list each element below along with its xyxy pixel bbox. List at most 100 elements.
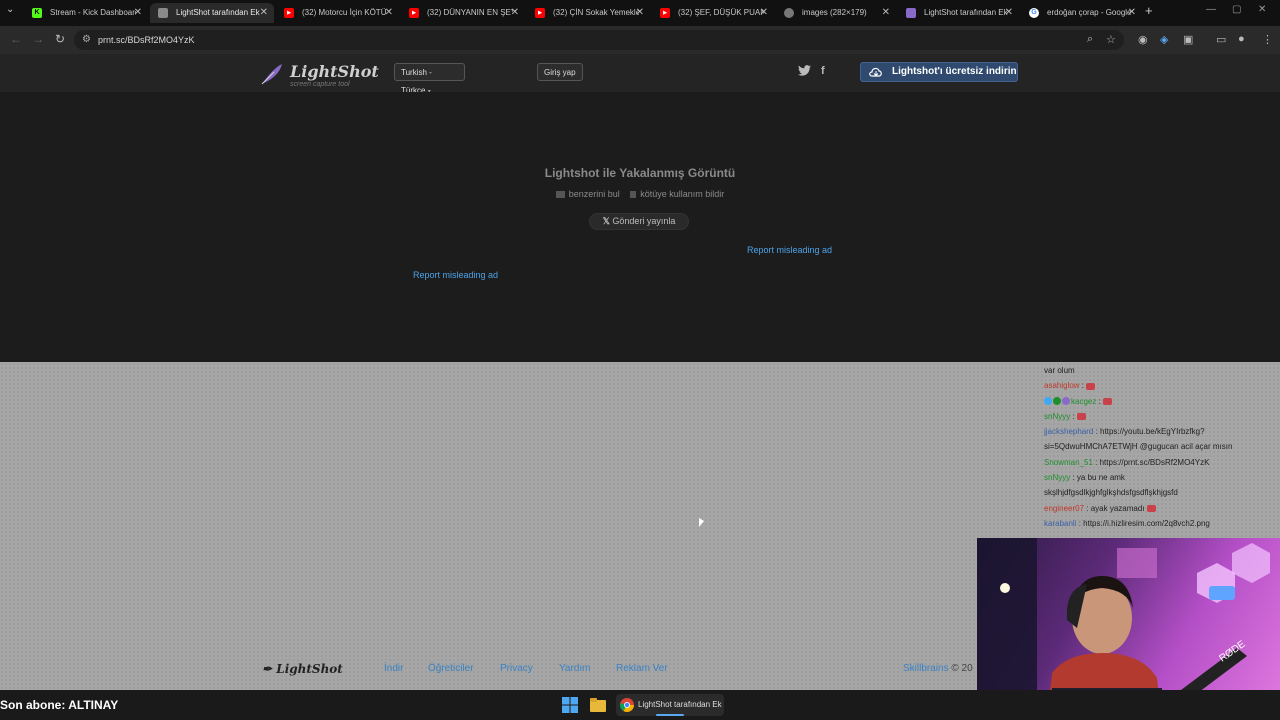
browser-tab[interactable]: LightShot tarafından Ek ✕ xyxy=(898,3,1019,23)
extension-2-icon[interactable]: ◈ xyxy=(1160,33,1168,46)
tab-title: LightShot tarafından Ek xyxy=(924,8,1008,17)
chat-username: Snowman_51 xyxy=(1044,457,1093,467)
site-info-icon[interactable]: ⚙ xyxy=(82,30,91,50)
back-icon[interactable]: ← xyxy=(10,32,22,46)
close-window-button[interactable]: ✕ xyxy=(1258,4,1266,15)
chat-message: engineer07 : ayak yazamadı xyxy=(1044,501,1280,516)
extension-icon[interactable]: ◉ xyxy=(1138,33,1148,46)
close-tab-icon[interactable]: ✕ xyxy=(260,3,268,23)
report-misleading-ad-link-right[interactable]: Report misleading ad xyxy=(747,245,832,255)
close-tab-icon[interactable]: ✕ xyxy=(636,3,644,23)
company-link[interactable]: Skillbrains xyxy=(903,663,949,674)
cloud-download-icon xyxy=(869,67,882,77)
chat-message xyxy=(1044,355,1280,363)
logo-text: LightShot xyxy=(290,62,379,81)
reload-icon[interactable]: ↻ xyxy=(55,32,65,46)
tab-search-chevron-icon[interactable]: ⌄ xyxy=(6,4,14,15)
report-abuse-label: kötüye kullanım bildir xyxy=(640,189,725,199)
url-field[interactable]: ⚙ prnt.sc/BDsRf2MO4YzK xyxy=(74,30,1124,50)
minimize-button[interactable]: — xyxy=(1206,4,1216,15)
chat-message: kacgez : xyxy=(1044,394,1280,409)
chat-message: si=5QdwuHMChA7ETWjH @gugucan acil açar m… xyxy=(1044,439,1280,454)
find-similar-link[interactable]: benzerini bul xyxy=(555,189,623,199)
browser-tab[interactable]: K Stream - Kick Dashboard ✕ xyxy=(24,3,148,23)
close-tab-icon[interactable]: ✕ xyxy=(882,3,890,23)
chat-separator: : xyxy=(1079,381,1087,391)
chat-badge-icon xyxy=(1062,397,1070,406)
browser-tab[interactable]: LightShot tarafından Ek ✕ xyxy=(150,3,274,23)
chat-username: engineer07 xyxy=(1044,503,1085,513)
chat-separator: : xyxy=(1084,503,1091,513)
sidepanel-icon[interactable]: ▭ xyxy=(1216,33,1226,46)
browser-tab[interactable]: ▶ (32) DÜNYANIN EN ŞEY ✕ xyxy=(401,3,525,23)
facebook-icon[interactable]: f xyxy=(821,65,825,77)
tab-title: images (282×179) xyxy=(802,8,867,17)
chat-emote-icon xyxy=(1076,413,1086,421)
footer-link-tutorials[interactable]: Öğreticiler xyxy=(428,663,474,674)
profile-avatar-icon[interactable]: ● xyxy=(1238,33,1245,45)
report-misleading-ad-link-left[interactable]: Report misleading ad xyxy=(413,270,498,280)
browser-tab[interactable]: ▶ (32) ÇİN Sokak Yemekle ✕ xyxy=(527,3,650,23)
logo-subtitle: screen capture tool xyxy=(290,81,350,88)
close-tab-icon[interactable]: ✕ xyxy=(1128,3,1136,23)
chat-message: jjackshephard : https://youtu.be/kEgYIrb… xyxy=(1044,424,1280,439)
chat-username: asahiglow xyxy=(1044,381,1080,391)
kick-icon: K xyxy=(32,8,42,18)
taskbar-chrome-app[interactable]: LightShot tarafından Ek xyxy=(616,694,724,716)
browser-tab[interactable]: images (282×179) ✕ xyxy=(776,3,896,23)
login-button[interactable]: Giriş yap xyxy=(537,63,583,81)
menu-kebab-icon[interactable]: ⋮ xyxy=(1262,33,1273,46)
footer-link-advertise[interactable]: Reklam Ver xyxy=(616,663,668,674)
mouse-cursor-icon xyxy=(699,518,704,527)
report-abuse-link[interactable]: kötüye kullanım bildir xyxy=(630,189,724,199)
trash-icon xyxy=(630,191,637,199)
close-tab-icon[interactable]: ✕ xyxy=(760,3,768,23)
windows-start-icon[interactable] xyxy=(562,697,578,713)
browser-tab[interactable]: Gerdoğan çorap - Google ✕ xyxy=(1021,3,1142,23)
footer-logo[interactable]: ✒ LightShot xyxy=(262,662,343,676)
chat-text: var olum xyxy=(1044,366,1075,375)
chat-emote-icon xyxy=(1146,505,1156,513)
close-tab-icon[interactable]: ✕ xyxy=(134,3,142,23)
bookmark-star-icon[interactable]: ☆ xyxy=(1106,33,1116,46)
chat-message: snNyyy : ya bu ne amk xyxy=(1044,470,1280,485)
chat-text: https://i.hizliresim.com/2q8vch2.png xyxy=(1083,518,1210,528)
browser-tab[interactable]: ▶ (32) Motorcu İçin KÖTÜ ✕ xyxy=(276,3,399,23)
twitter-icon[interactable] xyxy=(798,65,811,79)
language-select[interactable]: Turkish - Türkçe ▾ xyxy=(394,63,465,95)
chat-message: skşlhjdfgsdlkjghfglkşhdsfgsdflşkhjgsfd xyxy=(1044,485,1280,500)
close-tab-icon[interactable]: ✕ xyxy=(385,3,393,23)
chat-text: https://prnt.sc/BDsRf2MO4YzK xyxy=(1099,457,1210,467)
feather-logo-icon xyxy=(261,64,282,85)
image-actions: benzerini bul kötüye kullanım bildir xyxy=(0,189,1280,199)
chat-username: snNyyy xyxy=(1044,411,1071,421)
download-free-button[interactable]: Lightshot'ı ücretsiz indirin xyxy=(860,62,1018,82)
footer-link-privacy[interactable]: Privacy xyxy=(500,663,533,674)
forward-icon[interactable]: → xyxy=(32,32,44,46)
chat-message: asahiglow : xyxy=(1044,378,1280,393)
chat-text: skşlhjdfgsdlkjghfglkşhdsfgsdflşkhjgsfd xyxy=(1044,488,1178,498)
last-subscriber-text: Son abone: ALTINAY xyxy=(0,698,119,712)
footer-link-download[interactable]: İndir xyxy=(384,663,403,674)
camera-icon xyxy=(555,191,565,199)
chat-emote-icon xyxy=(1086,382,1096,390)
chat-text: ya bu ne amk xyxy=(1076,473,1125,483)
browser-tab[interactable]: ▶ (32) ŞEF, DÜŞÜK PUAN ✕ xyxy=(652,3,774,23)
chat-username: karabanli xyxy=(1044,518,1077,528)
extensions-puzzle-icon[interactable]: ▣ xyxy=(1183,33,1193,46)
stream-chat-overlay: var olum asahiglow : kacgez : snNyyy : jj… xyxy=(1044,355,1280,538)
youtube-icon: ▶ xyxy=(660,8,670,18)
footer-link-help[interactable]: Yardım xyxy=(559,663,591,674)
zoom-icon[interactable]: ⌕ xyxy=(1087,33,1093,46)
maximize-button[interactable]: ▢ xyxy=(1232,4,1241,15)
file-explorer-icon[interactable] xyxy=(590,697,606,713)
chat-separator: : xyxy=(1070,473,1077,483)
youtube-icon: ▶ xyxy=(284,8,294,18)
chat-separator: : xyxy=(1092,457,1100,467)
close-tab-icon[interactable]: ✕ xyxy=(1005,3,1013,23)
close-tab-icon[interactable]: ✕ xyxy=(511,3,519,23)
new-tab-button[interactable]: + xyxy=(1145,3,1153,18)
tab-title: Stream - Kick Dashboard xyxy=(50,8,136,17)
youtube-icon: ▶ xyxy=(535,8,545,18)
post-on-x-button[interactable]: 𝕏 Gönderi yayınla xyxy=(589,213,689,230)
